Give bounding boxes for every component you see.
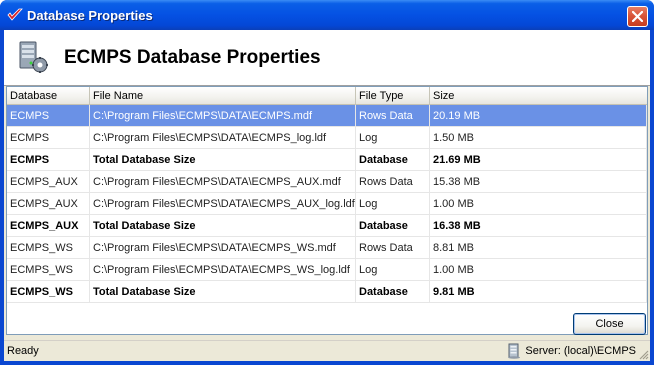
cell-file-name: C:\Program Files\ECMPS\DATA\ECMPS_AUX_lo… (90, 193, 356, 215)
cell-database: ECMPS (7, 105, 90, 127)
table-row[interactable]: ECMPS C:\Program Files\ECMPS\DATA\ECMPS.m… (7, 105, 647, 127)
cell-file-type: Log (356, 127, 430, 149)
cell-size: 1.50 MB (430, 127, 647, 149)
table-row[interactable]: ECMPS_AUX C:\Program Files\ECMPS\DATA\ECM… (7, 193, 647, 215)
dialog-header: ECMPS Database Properties (4, 30, 650, 86)
cell-database: ECMPS_AUX (7, 215, 90, 237)
cell-size: 1.00 MB (430, 259, 647, 281)
cell-file-name: Total Database Size (90, 149, 356, 171)
cell-size: 15.38 MB (430, 171, 647, 193)
column-header-database[interactable]: Database (7, 87, 90, 105)
cell-file-type: Rows Data (356, 105, 430, 127)
cell-file-type: Log (356, 193, 430, 215)
cell-file-name: C:\Program Files\ECMPS\DATA\ECMPS_AUX.md… (90, 171, 356, 193)
table-row-total[interactable]: ECMPS_AUX Total Database Size Database 16.3… (7, 215, 647, 237)
cell-file-type: Database (356, 281, 430, 303)
table-row[interactable]: ECMPS_WS C:\Program Files\ECMPS\DATA\ECMP… (7, 237, 647, 259)
table-row-total[interactable]: ECMPS Total Database Size Database 21.69 MB (7, 149, 647, 171)
cell-file-type: Database (356, 215, 430, 237)
cell-size: 1.00 MB (430, 193, 647, 215)
cell-database: ECMPS_WS (7, 281, 90, 303)
cell-size: 8.81 MB (430, 237, 647, 259)
dialog-client-area: ECMPS Database Properties Database File … (4, 30, 650, 361)
cell-size: 9.81 MB (430, 281, 647, 303)
cell-size: 21.69 MB (430, 149, 647, 171)
title-bar[interactable]: Database Properties (0, 0, 654, 30)
column-header-file-name[interactable]: File Name (90, 87, 356, 105)
cell-database: ECMPS (7, 149, 90, 171)
cell-file-name: C:\Program Files\ECMPS\DATA\ECMPS_log.ld… (90, 127, 356, 149)
cell-database: ECMPS (7, 127, 90, 149)
cell-size: 20.19 MB (430, 105, 647, 127)
table-row[interactable]: ECMPS_AUX C:\Program Files\ECMPS\DATA\ECM… (7, 171, 647, 193)
cell-database: ECMPS_AUX (7, 171, 90, 193)
cell-file-type: Log (356, 259, 430, 281)
status-bar: Ready Server: (local)\ECMPS (4, 340, 650, 361)
cell-file-type: Rows Data (356, 237, 430, 259)
grid-header: Database File Name File Type Size (7, 87, 647, 105)
column-header-size[interactable]: Size (430, 87, 647, 105)
window-title: Database Properties (27, 8, 153, 23)
resize-grip-icon[interactable] (638, 349, 649, 360)
cell-file-name: Total Database Size (90, 215, 356, 237)
table-row[interactable]: ECMPS C:\Program Files\ECMPS\DATA\ECMPS_l… (7, 127, 647, 149)
cell-file-type: Database (356, 149, 430, 171)
column-header-file-type[interactable]: File Type (356, 87, 430, 105)
cell-file-name: C:\Program Files\ECMPS\DATA\ECMPS_WS_log… (90, 259, 356, 281)
window-close-button[interactable] (627, 6, 648, 27)
cell-file-name: C:\Program Files\ECMPS\DATA\ECMPS.mdf (90, 105, 356, 127)
status-text: Ready (7, 345, 39, 357)
table-row[interactable]: ECMPS_WS C:\Program Files\ECMPS\DATA\ECMP… (7, 259, 647, 281)
database-files-grid[interactable]: Database File Name File Type Size ECMPS C… (6, 86, 648, 335)
cell-size: 16.38 MB (430, 215, 647, 237)
page-title: ECMPS Database Properties (64, 47, 321, 68)
server-icon (506, 343, 522, 359)
cell-database: ECMPS_AUX (7, 193, 90, 215)
checkmark-logo-icon (7, 8, 23, 22)
cell-database: ECMPS_WS (7, 237, 90, 259)
cell-file-type: Rows Data (356, 171, 430, 193)
database-server-icon (14, 38, 50, 78)
close-button[interactable]: Close (573, 313, 646, 335)
cell-database: ECMPS_WS (7, 259, 90, 281)
status-server-label: Server: (local)\ECMPS (525, 345, 636, 357)
table-row-total[interactable]: ECMPS_WS Total Database Size Database 9.81 … (7, 281, 647, 303)
cell-file-name: C:\Program Files\ECMPS\DATA\ECMPS_WS.mdf (90, 237, 356, 259)
database-properties-window: Database Properties ECMPS Database Prope… (0, 0, 654, 365)
cell-file-name: Total Database Size (90, 281, 356, 303)
